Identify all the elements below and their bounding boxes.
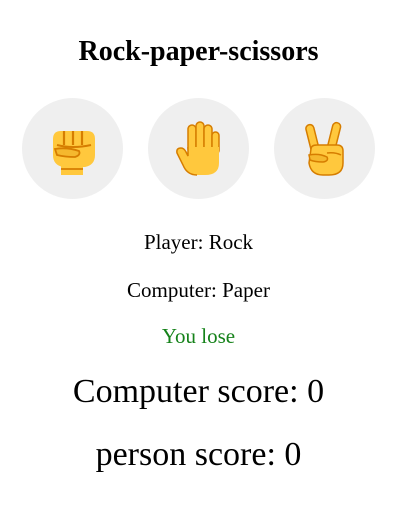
rock-button[interactable] <box>22 98 123 199</box>
result-text: You lose <box>161 324 236 348</box>
person-score: person score: 0 <box>95 436 302 473</box>
raised-hand-icon <box>171 119 227 179</box>
page-title: Rock-paper-scissors <box>78 36 319 67</box>
scissors-button[interactable] <box>274 98 375 199</box>
paper-button[interactable] <box>148 98 249 199</box>
choice-buttons <box>22 98 375 199</box>
victory-hand-icon <box>297 119 353 179</box>
player-choice-text: Player: Rock <box>143 230 254 254</box>
computer-score: Computer score: 0 <box>72 373 325 410</box>
computer-choice-text: Computer: Paper <box>127 278 270 302</box>
raised-fist-icon <box>45 119 101 179</box>
